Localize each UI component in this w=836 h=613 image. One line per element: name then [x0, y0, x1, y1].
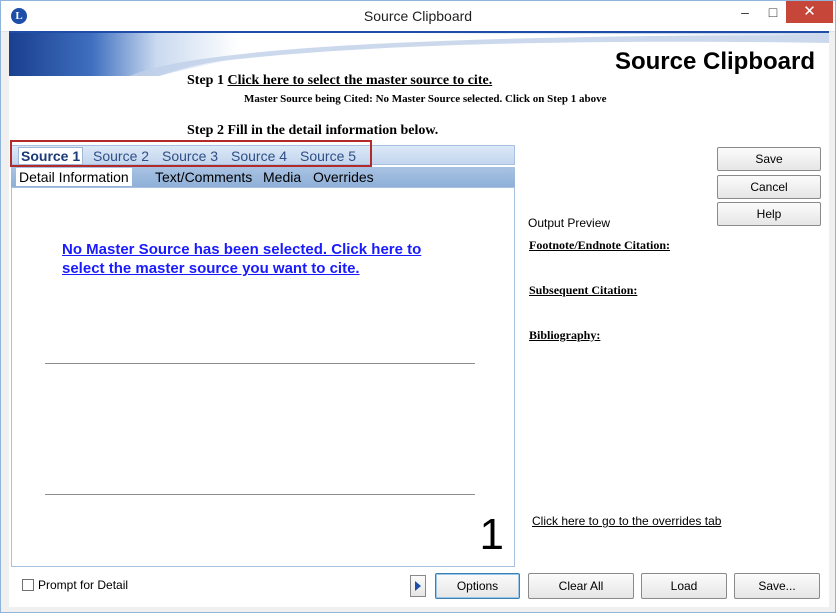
tab-media[interactable]: Media [263, 169, 301, 185]
footnote-citation-label: Footnote/Endnote Citation: [529, 238, 670, 252]
window-title: Source Clipboard [363, 8, 473, 24]
save-button-label: Save [755, 152, 783, 166]
header-banner: Source Clipboard Step 1 Click here to se… [9, 31, 829, 116]
help-button[interactable]: Help [717, 202, 821, 226]
options-expand-button[interactable] [410, 575, 426, 597]
save-as-button[interactable]: Save... [734, 573, 820, 599]
tab-text-comments[interactable]: Text/Comments [155, 169, 252, 185]
step2-instruction: Step 2 Fill in the detail information be… [187, 123, 439, 138]
page-title: Source Clipboard [614, 48, 815, 75]
overrides-tab-link[interactable]: Click here to go to the overrides tab [532, 514, 721, 528]
cancel-button-label: Cancel [750, 180, 788, 194]
divider-line [45, 363, 475, 364]
cancel-button[interactable]: Cancel [717, 175, 821, 199]
master-source-status: Master Source being Cited: No Master Sou… [244, 93, 607, 105]
step1-instruction: Step 1 Click here to select the master s… [187, 73, 492, 89]
clear-all-button[interactable]: Clear All [528, 573, 634, 599]
output-preview-label: Output Preview [528, 216, 611, 230]
client-area: Source Clipboard Step 1 Click here to se… [9, 31, 829, 607]
detail-tab-bar: Detail Information Text/Comments Media O… [11, 167, 515, 187]
title-bar[interactable]: L Source Clipboard – □ ✕ [1, 1, 835, 32]
source-tabs-highlight [10, 140, 372, 167]
save-button[interactable]: Save [717, 147, 821, 171]
clear-all-button-label: Clear All [558, 579, 604, 593]
prompt-for-detail-label: Prompt for Detail [38, 578, 129, 592]
no-master-source-link[interactable]: No Master Source has been selected. Clic… [62, 240, 462, 278]
help-button-label: Help [756, 207, 782, 221]
play-arrow-icon [415, 581, 421, 591]
close-button[interactable]: ✕ [786, 1, 833, 23]
divider-line [45, 494, 475, 495]
bibliography-label: Bibliography: [529, 328, 601, 342]
options-button-label: Options [456, 579, 499, 593]
detail-panel: No Master Source has been selected. Clic… [11, 187, 515, 567]
tab-detail-information[interactable]: Detail Information [16, 168, 132, 186]
options-button[interactable]: Options [435, 573, 520, 599]
load-button[interactable]: Load [641, 573, 727, 599]
tab-overrides[interactable]: Overrides [313, 169, 374, 185]
minimize-button[interactable]: – [731, 1, 759, 23]
select-master-source-link[interactable]: Click here to select the master source t… [227, 73, 492, 88]
source-number: 1 [479, 510, 504, 559]
maximize-button[interactable]: □ [759, 1, 787, 23]
source-clipboard-window: L Source Clipboard – □ ✕ Source Clipboar… [0, 0, 836, 613]
subsequent-citation-label: Subsequent Citation: [529, 283, 638, 297]
load-button-label: Load [670, 579, 698, 593]
save-as-button-label: Save... [758, 579, 796, 593]
step1-prefix: Step 1 [187, 73, 228, 88]
prompt-for-detail-checkbox[interactable] [22, 579, 34, 591]
